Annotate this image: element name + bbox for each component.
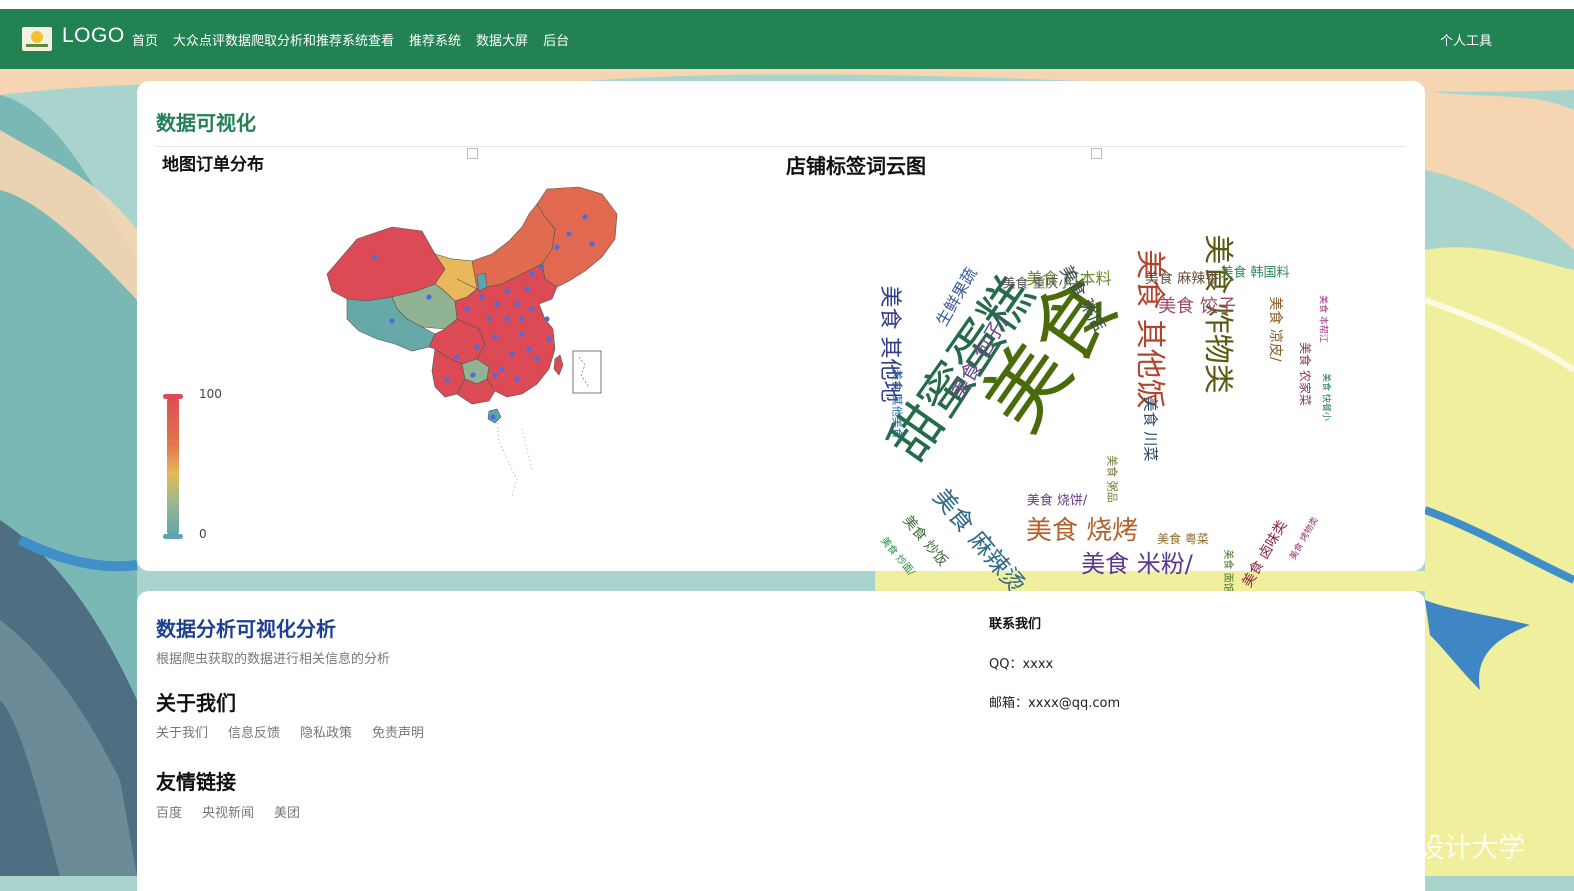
wordcloud-word[interactable]: 美食 川菜: [1142, 397, 1160, 462]
wordcloud-word[interactable]: 美食 烧饼/: [1027, 495, 1088, 508]
wordcloud-word[interactable]: 美食 米粉/: [1081, 552, 1193, 576]
map-city-point[interactable]: [494, 301, 500, 307]
map-city-point[interactable]: [479, 294, 485, 300]
map-south-sea-inset: [572, 350, 602, 394]
visualization-card: 数据可视化 地图订单分布 店铺标签词云图 100 0 美食 甜蜜蛋糕 美食 其他饭美…: [137, 81, 1425, 599]
friend-links-title: 友情链接: [156, 770, 236, 794]
map-city-point[interactable]: [444, 376, 450, 382]
divider: [156, 146, 1406, 147]
map-city-point[interactable]: [589, 241, 595, 247]
wordcloud-word[interactable]: 美食 粥品: [1106, 455, 1119, 503]
map-city-point[interactable]: [546, 336, 552, 342]
wordcloud-word[interactable]: 美食 快餐小: [1321, 373, 1331, 421]
map-city-point[interactable]: [389, 318, 395, 324]
map-city-point[interactable]: [474, 344, 480, 350]
link-meituan[interactable]: 美团: [274, 802, 300, 821]
map-city-point[interactable]: [509, 351, 515, 357]
top-strip: [0, 0, 1574, 9]
link-about-us[interactable]: 关于我们: [156, 722, 208, 741]
friend-links: 百度 央视新闻 美团: [156, 802, 300, 821]
nav-item-dashboard[interactable]: 数据大屏: [476, 30, 528, 49]
nav-menu: 首页 大众点评数据爬取分析和推荐系统查看 推荐系统 数据大屏 后台: [132, 30, 569, 49]
map-city-point[interactable]: [519, 316, 525, 322]
map-city-point[interactable]: [566, 231, 572, 237]
map-city-point[interactable]: [372, 254, 378, 260]
wordcloud-word[interactable]: 美食 农家菜: [1298, 342, 1312, 406]
map-city-point[interactable]: [529, 271, 535, 277]
tag-wordcloud[interactable]: 美食 甜蜜蛋糕 美食 其他饭 美食 炸物类 美食 烧烤 美食 米粉/美食 麻辣烫 美食 其他…: [867, 179, 1337, 599]
map-city-point[interactable]: [554, 244, 560, 250]
legend-max-label: 100: [199, 387, 222, 401]
map-city-point[interactable]: [499, 366, 505, 372]
china-order-map[interactable]: [317, 179, 637, 519]
link-privacy[interactable]: 隐私政策: [300, 722, 352, 741]
wordcloud-word[interactable]: 美食 饺子: [1158, 298, 1236, 316]
map-city-point[interactable]: [454, 354, 460, 360]
map-city-point[interactable]: [470, 372, 476, 378]
map-city-point[interactable]: [486, 316, 492, 322]
navbar: LOGO 首页 大众点评数据爬取分析和推荐系统查看 推荐系统 数据大屏 后台 个…: [0, 9, 1574, 69]
link-cctv-news[interactable]: 央视新闻: [202, 802, 254, 821]
link-baidu[interactable]: 百度: [156, 802, 182, 821]
wordcloud-word[interactable]: 美食 本帮江: [1318, 295, 1328, 343]
map-region-taiwan[interactable]: [553, 354, 564, 376]
map-city-point[interactable]: [519, 331, 525, 337]
link-disclaimer[interactable]: 免责声明: [372, 722, 424, 741]
watermark: CSDN @B站计算机毕业设计大学: [1126, 833, 1526, 863]
map-city-point[interactable]: [492, 372, 498, 378]
legend-min-label: 0: [199, 527, 207, 541]
map-city-point[interactable]: [526, 346, 532, 352]
map-city-point[interactable]: [490, 414, 496, 420]
nav-item-home[interactable]: 首页: [132, 30, 158, 49]
map-city-point[interactable]: [504, 288, 510, 294]
nav-item-admin[interactable]: 后台: [543, 30, 569, 49]
footer-subtitle: 根据爬虫获取的数据进行相关信息的分析: [156, 652, 391, 667]
contact-email: 邮箱：xxxx@qq.com: [989, 696, 1121, 711]
map-city-point[interactable]: [539, 264, 545, 270]
link-feedback[interactable]: 信息反馈: [228, 722, 280, 741]
logo-text[interactable]: LOGO: [62, 24, 125, 48]
map-city-point[interactable]: [426, 294, 432, 300]
wordcloud-word[interactable]: 美食 韩国料: [1220, 267, 1289, 280]
map-chart-title: 地图订单分布: [162, 155, 264, 175]
legend-handle-top[interactable]: [163, 394, 183, 399]
wordcloud-toolbox-icon[interactable]: [1091, 148, 1102, 159]
logo-image[interactable]: [22, 27, 52, 51]
legend-handle-bottom[interactable]: [163, 534, 183, 539]
contact-title: 联系我们: [989, 617, 1042, 632]
map-city-point[interactable]: [514, 301, 520, 307]
map-city-point[interactable]: [514, 376, 520, 382]
map-city-point[interactable]: [504, 316, 510, 322]
nav-item-crawl-analysis[interactable]: 大众点评数据爬取分析和推荐系统查看: [173, 30, 394, 49]
map-city-point[interactable]: [524, 286, 530, 292]
wordcloud-title: 店铺标签词云图: [786, 154, 926, 178]
visual-map-legend[interactable]: [163, 394, 183, 539]
nav-item-recommend[interactable]: 推荐系统: [409, 30, 461, 49]
wordcloud-word[interactable]: 美食 烤物类: [1288, 516, 1321, 562]
map-city-point[interactable]: [582, 214, 588, 220]
wordcloud-word[interactable]: 美食 烧烤: [1026, 518, 1138, 544]
about-title: 关于我们: [156, 691, 236, 715]
map-city-point[interactable]: [464, 306, 470, 312]
personal-tools-menu[interactable]: 个人工具: [1440, 30, 1492, 49]
about-links: 关于我们 信息反馈 隐私政策 免责声明: [156, 722, 424, 741]
wordcloud-word[interactable]: 美食 麻辣香: [1145, 272, 1219, 286]
map-city-point[interactable]: [544, 316, 550, 322]
wordcloud-word[interactable]: 美食 粤菜: [1157, 533, 1209, 545]
map-city-point[interactable]: [492, 334, 498, 340]
contact-qq: QQ：xxxx: [989, 657, 1054, 672]
section-title: 数据可视化: [156, 111, 256, 135]
footer-title: 数据分析可视化分析: [156, 617, 336, 641]
wordcloud-word[interactable]: 美食 面馆: [1222, 549, 1233, 592]
wordcloud-word[interactable]: 美食 凉皮/: [1267, 296, 1283, 361]
map-toolbox-icon[interactable]: [467, 148, 478, 159]
wordcloud-word[interactable]: 美食 其他美食: [891, 369, 904, 439]
map-city-point[interactable]: [529, 306, 535, 312]
map-city-point[interactable]: [534, 356, 540, 362]
